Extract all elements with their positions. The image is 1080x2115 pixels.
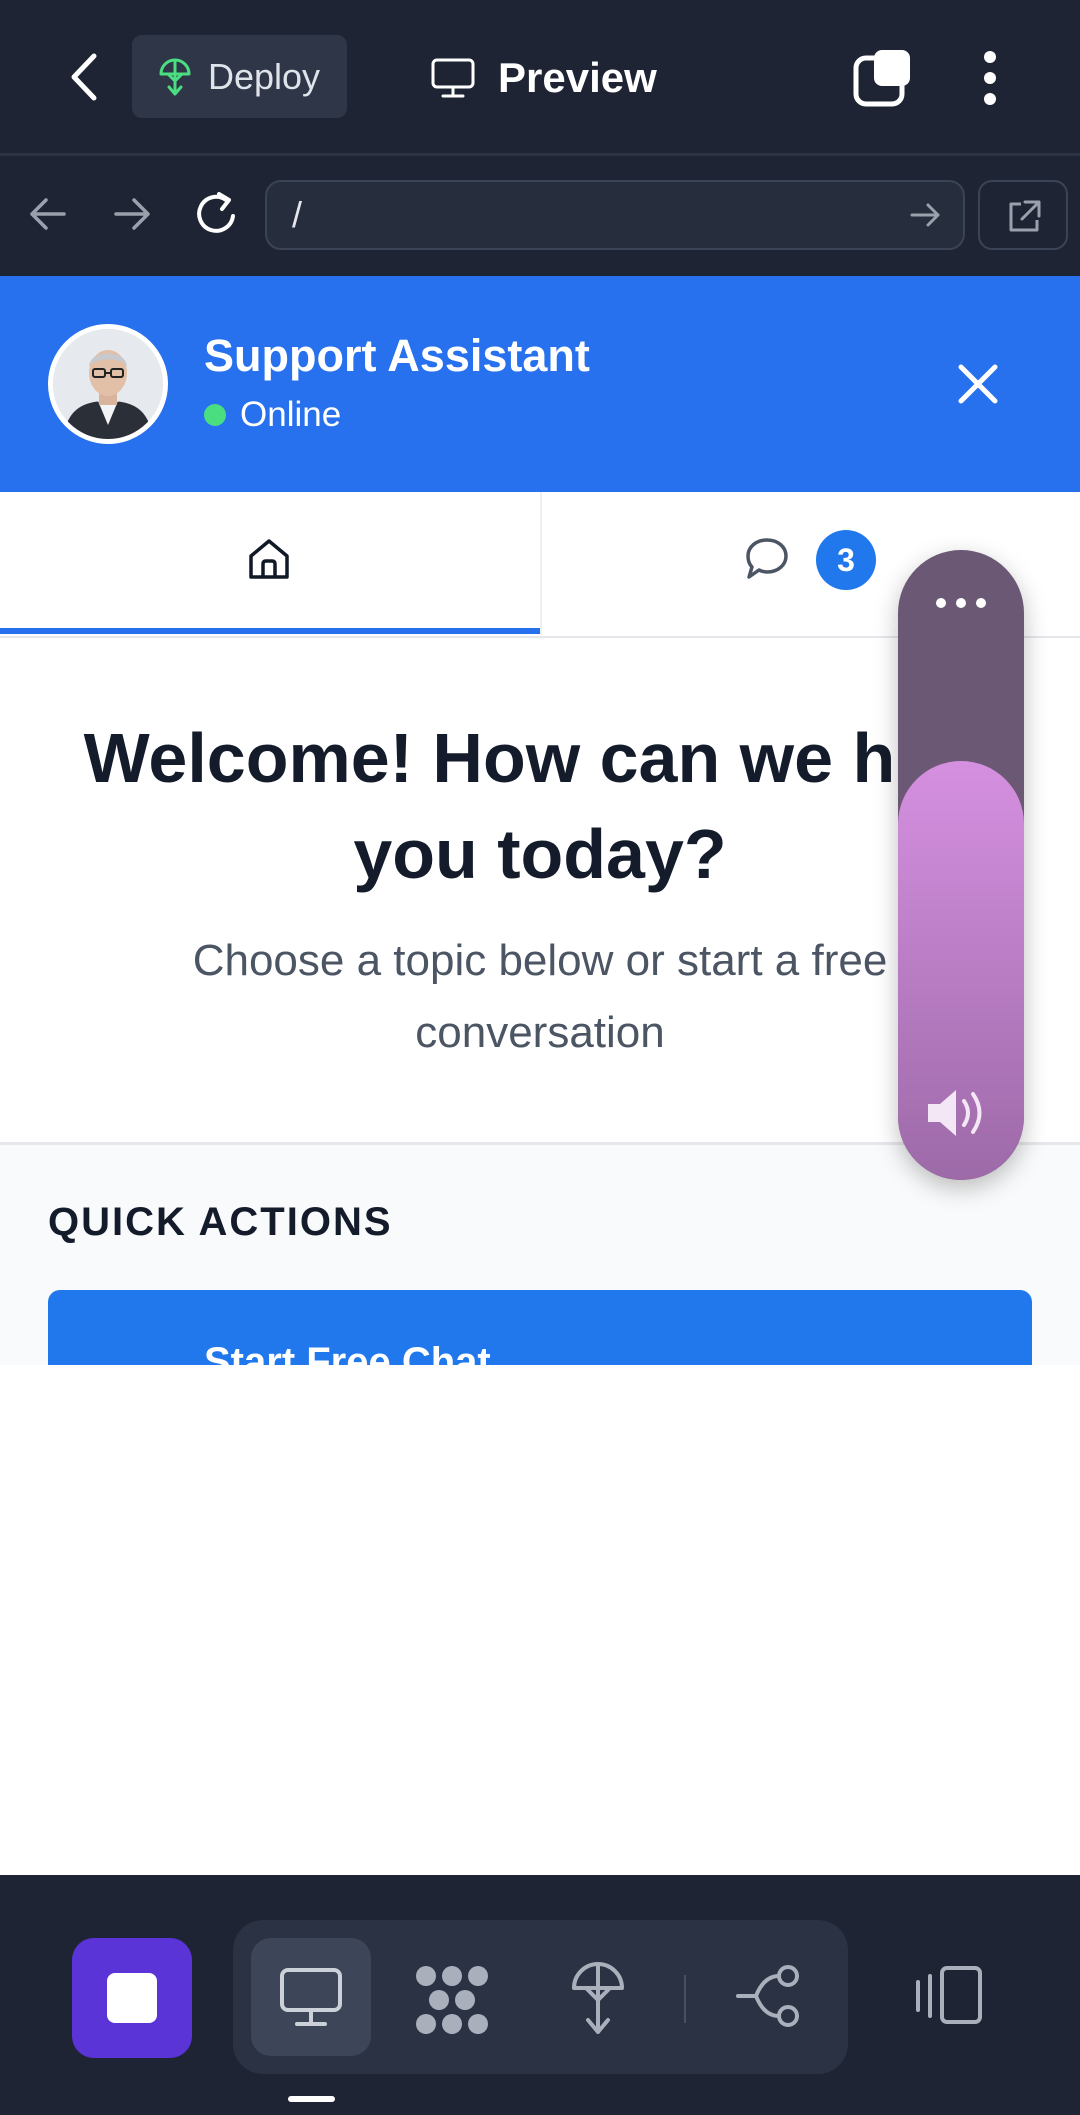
welcome-title: Welcome! How can we help you today? xyxy=(83,719,997,893)
deploy-button[interactable]: Deploy xyxy=(132,35,347,118)
deploy-icon xyxy=(158,57,192,97)
url-input[interactable]: / xyxy=(265,180,965,250)
quick-actions-section: QUICK ACTIONS Start Free Chat xyxy=(0,1145,1080,1365)
more-vertical-icon[interactable] xyxy=(978,48,1002,108)
tab-home[interactable] xyxy=(0,492,540,635)
back-chevron-icon[interactable] xyxy=(62,50,106,104)
status-text: Online xyxy=(240,395,342,434)
home-indicator xyxy=(288,2096,335,2102)
go-arrow-icon[interactable] xyxy=(910,202,942,228)
external-link-icon xyxy=(1005,198,1043,236)
home-icon xyxy=(246,536,292,582)
share-icon[interactable] xyxy=(736,1964,806,2028)
quick-actions-heading: QUICK ACTIONS xyxy=(48,1200,393,1244)
stop-button[interactable] xyxy=(72,1938,192,2058)
url-text: / xyxy=(292,194,303,235)
speaker-icon[interactable] xyxy=(924,1085,990,1141)
deploy-icon[interactable] xyxy=(570,1958,626,2036)
chat-bubble-icon xyxy=(744,536,790,582)
device-toggle-icon[interactable] xyxy=(912,1964,984,2026)
deploy-label: Deploy xyxy=(208,55,321,97)
reload-icon[interactable] xyxy=(192,190,242,238)
preview-toggle[interactable]: Preview xyxy=(430,40,657,115)
start-free-chat-button[interactable]: Start Free Chat xyxy=(48,1290,1032,1365)
preview-label: Preview xyxy=(498,53,657,101)
stop-icon xyxy=(107,1973,157,2023)
arrow-left-icon[interactable] xyxy=(28,196,68,232)
volume-slider[interactable] xyxy=(898,550,1024,1180)
unread-badge: 3 xyxy=(816,530,876,590)
more-horizontal-icon[interactable] xyxy=(898,598,1024,608)
start-free-chat-label: Start Free Chat xyxy=(204,1340,491,1365)
components-icon[interactable] xyxy=(414,1964,490,2036)
welcome-subtitle: Choose a topic below or start a free con… xyxy=(192,936,888,1057)
tabs-icon[interactable] xyxy=(852,46,914,108)
open-external-button[interactable] xyxy=(978,180,1068,250)
active-tab-indicator xyxy=(0,628,540,634)
monitor-icon xyxy=(430,57,476,99)
monitor-tool-button[interactable] xyxy=(251,1938,371,2056)
divider xyxy=(684,1975,686,2023)
online-dot xyxy=(204,404,226,426)
status-indicator: Online xyxy=(204,395,341,435)
arrow-right-icon[interactable] xyxy=(112,196,152,232)
chat-title: Support Assistant xyxy=(204,330,590,381)
avatar xyxy=(48,324,168,444)
monitor-icon xyxy=(278,1966,344,2028)
close-icon[interactable] xyxy=(956,362,1000,406)
